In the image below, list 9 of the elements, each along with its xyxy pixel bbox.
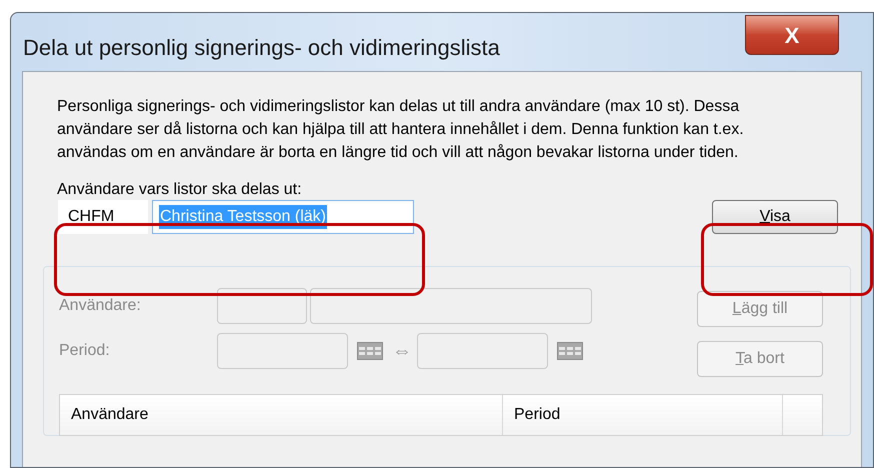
- show-button[interactable]: Visa: [712, 200, 838, 234]
- field-label: Användare vars listor ska delas ut:: [57, 180, 303, 198]
- description-text: Personliga signerings- och vidimeringslistor kan delas ut till andra användare (max 10 st). Dessa användare ser då listorna och kan hjälpa till att hantera innehållet i dem. Denna funktion kan t.ex. användas om en användare är borta en längre tid och vill att någon bevakar listorna under tiden.: [57, 97, 745, 163]
- window-title: Dela ut personlig signerings- och vidimeringslista: [22, 34, 500, 62]
- close-button[interactable]: X: [745, 15, 839, 55]
- field-label: Användare:: [59, 296, 142, 316]
- user-code-field[interactable]: CHFM: [58, 200, 148, 234]
- range-arrow: ⇔: [392, 339, 412, 364]
- field-label: Period:: [59, 341, 111, 361]
